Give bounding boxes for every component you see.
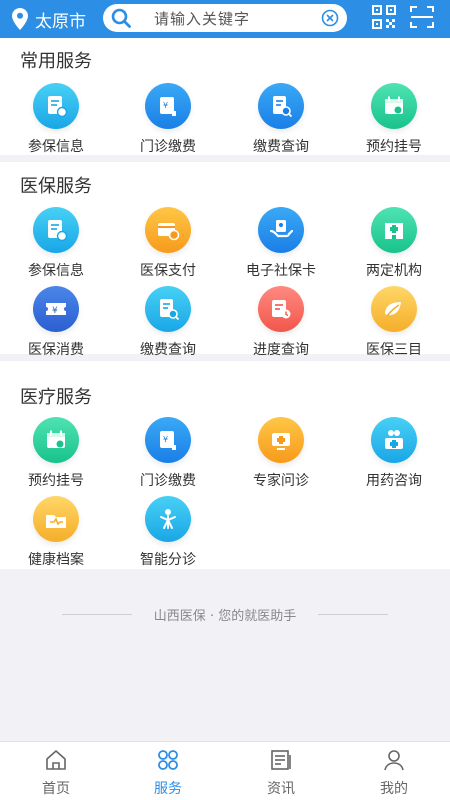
service-item[interactable]: 健康档案 (0, 496, 112, 568)
scan-icon[interactable] (410, 6, 434, 28)
health-record-icon (33, 496, 79, 542)
service-label: 预约挂号 (366, 139, 422, 155)
medical-insurance-section: 医保服务 参保信息 医保支付 电子社保卡 两定机构 ¥ 医保消费 缴费查询 进度… (0, 162, 450, 358)
service-item[interactable]: 参保信息 (0, 83, 112, 155)
service-item[interactable]: 电子社保卡 (225, 207, 337, 279)
service-label: 智能分诊 (140, 552, 196, 568)
section-title: 医保服务 (20, 176, 92, 197)
service-item[interactable]: 参保信息 (0, 207, 112, 279)
ticket-icon: ¥ (33, 286, 79, 332)
receipt-search-icon (258, 83, 304, 129)
bottom-tab-bar: 首页 服务 资讯 我的 (0, 741, 450, 800)
calendar-icon (371, 83, 417, 129)
service-label: 电子社保卡 (246, 263, 316, 279)
home-icon (46, 750, 66, 770)
medical-services-section: 医疗服务 预约挂号 ¥ 门诊缴费 专家问诊 用药咨询 健康档案 智能分诊 (0, 361, 450, 569)
common-services-section: 常用服务 参保信息 ¥ 门诊缴费 缴费查询 预约挂号 (0, 38, 450, 155)
hospital-icon (371, 207, 417, 253)
tab-label: 服务 (154, 781, 182, 797)
payment-icon: ¥ (145, 417, 191, 463)
news-icon (271, 750, 291, 770)
service-label: 参保信息 (28, 263, 84, 279)
leaf-icon (371, 286, 417, 332)
search-placeholder: 请输入关键字 (154, 9, 251, 28)
service-label: 参保信息 (28, 139, 84, 155)
tab-label: 首页 (42, 781, 70, 797)
footer-slogan: 山西医保 · 您的就医助手 (0, 604, 450, 624)
svg-text:¥: ¥ (52, 306, 58, 316)
doctor-icon (258, 417, 304, 463)
tab-news[interactable]: 资讯 (225, 742, 337, 800)
section-title: 常用服务 (20, 51, 92, 72)
divider-right (318, 613, 389, 615)
svg-text:¥: ¥ (163, 435, 168, 444)
service-item[interactable]: 预约挂号 (0, 417, 112, 489)
tab-label: 我的 (380, 781, 408, 797)
service-item[interactable]: 两定机构 (338, 207, 450, 279)
tab-home[interactable]: 首页 (0, 742, 112, 800)
service-item[interactable]: ¥ 医保消费 (0, 286, 112, 358)
tab-label: 资讯 (267, 781, 295, 797)
location-pin-icon (12, 8, 28, 30)
service-label: 用药咨询 (366, 473, 422, 489)
services-icon (158, 750, 178, 770)
triage-icon (145, 496, 191, 542)
svg-text:¥: ¥ (163, 101, 168, 110)
tab-services[interactable]: 服务 (112, 742, 224, 800)
service-item[interactable]: ¥ 门诊缴费 (112, 417, 224, 489)
document-icon (33, 83, 79, 129)
service-item[interactable]: 专家问诊 (225, 417, 337, 489)
service-label: 专家问诊 (253, 473, 309, 489)
receipt-search-icon (145, 286, 191, 332)
progress-icon (258, 286, 304, 332)
service-item[interactable]: 进度查询 (225, 286, 337, 358)
service-label: 进度查询 (253, 342, 309, 358)
service-label: 医保支付 (140, 263, 196, 279)
service-label: 预约挂号 (28, 473, 84, 489)
service-item[interactable]: 缴费查询 (225, 83, 337, 155)
location-selector[interactable]: 太原市 (12, 7, 86, 32)
search-icon (111, 8, 131, 28)
service-label: 健康档案 (28, 552, 84, 568)
service-item[interactable]: 医保三目 (338, 286, 450, 358)
service-item[interactable]: ¥ 门诊缴费 (112, 83, 224, 155)
service-label: 缴费查询 (140, 342, 196, 358)
service-label: 两定机构 (366, 263, 422, 279)
qr-code-icon[interactable] (372, 5, 396, 29)
card-payment-icon (145, 207, 191, 253)
top-bar: 太原市 请输入关键字 (0, 0, 450, 38)
calendar-icon (33, 417, 79, 463)
search-input[interactable]: 请输入关键字 (103, 4, 347, 32)
medicine-icon (371, 417, 417, 463)
service-label: 医保消费 (28, 342, 84, 358)
slogan-text: 山西医保 · 您的就医助手 (153, 608, 297, 624)
service-item[interactable]: 医保支付 (112, 207, 224, 279)
tab-profile[interactable]: 我的 (338, 742, 450, 800)
service-item[interactable]: 智能分诊 (112, 496, 224, 568)
service-item[interactable]: 用药咨询 (338, 417, 450, 489)
service-label: 缴费查询 (253, 139, 309, 155)
clear-icon[interactable] (321, 9, 339, 27)
profile-icon (384, 750, 404, 771)
service-item[interactable]: 预约挂号 (338, 83, 450, 155)
service-label: 门诊缴费 (140, 139, 196, 155)
hand-card-icon (258, 207, 304, 253)
city-name: 太原市 (35, 11, 86, 32)
divider-left (61, 613, 132, 615)
payment-icon: ¥ (145, 83, 191, 129)
service-label: 门诊缴费 (140, 473, 196, 489)
section-title: 医疗服务 (20, 387, 92, 408)
document-icon (33, 207, 79, 253)
service-item[interactable]: 缴费查询 (112, 286, 224, 358)
service-label: 医保三目 (366, 342, 422, 358)
